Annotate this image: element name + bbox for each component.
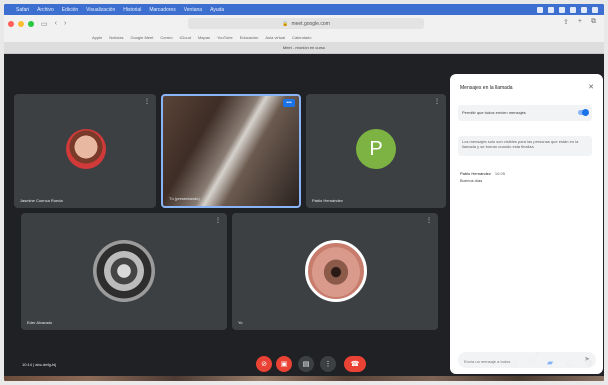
message-composer: ➤ [458, 352, 596, 368]
bookmark-item[interactable]: Aula virtual [265, 35, 285, 40]
url-text: meet.google.com [291, 20, 330, 27]
address-bar[interactable]: 🔒 meet.google.com [188, 18, 424, 29]
participant-name: Tú (presentando) [169, 196, 200, 201]
more-options-button[interactable]: ⋮ [320, 356, 336, 372]
participant-tile[interactable]: ⋮ Yo [232, 213, 438, 330]
close-icon[interactable]: ✕ [588, 83, 594, 91]
allow-messages-toggle[interactable] [578, 109, 589, 116]
participant-tile-active[interactable]: ••• Tú (presentando) [161, 94, 301, 208]
search-icon[interactable] [592, 6, 598, 13]
bookmark-item[interactable]: Mapas [198, 35, 210, 40]
menu-bar: Safari Archivo Edición Visualización His… [4, 4, 604, 15]
message-author: Pablo Hernández 10:05 [460, 171, 505, 176]
leave-call-button[interactable]: ☎ [344, 356, 366, 372]
meet-stage: ⋮ Jasmine Cuenca Rueda ••• Tú (presentan… [4, 54, 604, 381]
zoom-window-button[interactable] [28, 20, 34, 27]
share-icon[interactable]: ⇪ [563, 18, 569, 26]
more-options-icon[interactable]: ⋮ [426, 217, 432, 224]
microphone-off-button[interactable]: ⊘ [256, 356, 272, 372]
panel-title: Mensajes en la llamada [460, 85, 513, 91]
bookmark-item[interactable]: Google Meet [130, 35, 153, 40]
battery-icon[interactable] [581, 6, 587, 13]
avatar [66, 129, 106, 169]
status-icon[interactable] [559, 6, 565, 13]
bookmark-item[interactable]: Correo [160, 35, 172, 40]
more-options-icon[interactable]: ⋮ [434, 98, 440, 105]
chat-notice: Los mensajes solo son visibles para las … [458, 136, 592, 156]
tabs-overview-icon[interactable]: ⧉ [591, 18, 596, 26]
captions-button[interactable]: ▤ [298, 356, 314, 372]
participant-tile[interactable]: ⋮ Eder Alvarado [21, 213, 227, 330]
close-window-button[interactable] [8, 20, 14, 27]
bookmark-item[interactable]: YouTube [217, 35, 233, 40]
menu-item-file[interactable]: Archivo [37, 7, 54, 13]
more-options-icon[interactable]: ⋮ [144, 98, 150, 105]
screen: Safari Archivo Edición Visualización His… [4, 4, 604, 381]
bookmark-item[interactable]: Noticias [109, 35, 123, 40]
bookmark-item[interactable]: Educación [240, 35, 259, 40]
status-icon[interactable] [537, 6, 543, 13]
meeting-info-icon[interactable]: ⓘ [510, 358, 518, 369]
bookmark-item[interactable]: Apple [92, 35, 102, 40]
allow-messages-setting: Permitir que todos envíen mensajes [458, 105, 592, 121]
menu-item-window[interactable]: Ventana [184, 7, 202, 13]
new-tab-icon[interactable]: + [578, 18, 582, 26]
participant-tile[interactable]: ⋮ P Pablo Hernández [306, 94, 446, 208]
forward-icon[interactable]: › [64, 20, 66, 27]
speaking-indicator-icon: ••• [283, 99, 295, 107]
avatar [305, 240, 367, 302]
chat-panel: Mensajes en la llamada ✕ Permitir que to… [450, 74, 603, 374]
status-icons [537, 4, 598, 15]
wifi-icon[interactable] [570, 6, 576, 13]
host-controls-icon[interactable]: ▥ [585, 358, 593, 367]
back-icon[interactable]: ‹ [55, 20, 57, 27]
camera-off-button[interactable]: ▣ [276, 356, 292, 372]
menu-item-bookmarks[interactable]: Marcadores [149, 7, 175, 13]
author-name: Pablo Hernández [460, 171, 491, 176]
meeting-details: 10:14 | abc-defg-hij [22, 362, 57, 367]
captions-icon: ▤ [302, 361, 310, 368]
bookmark-item[interactable]: Calendario [292, 35, 311, 40]
participant-name: Jasmine Cuenca Rueda [20, 198, 63, 203]
tab-meet[interactable]: Meet - reunión en curso [283, 45, 325, 50]
sidebar-icon[interactable]: ▭ [41, 20, 48, 28]
bookmark-item[interactable]: iCloud [180, 35, 191, 40]
participant-count: 5 [536, 351, 539, 356]
avatar [93, 240, 155, 302]
menu-item-history[interactable]: Historial [123, 7, 141, 13]
minimize-window-button[interactable] [18, 20, 24, 27]
participant-name: Eder Alvarado [27, 320, 53, 325]
people-icon[interactable]: ⚇ [528, 358, 535, 367]
mic-off-icon: ⊘ [261, 361, 267, 368]
hang-up-icon: ☎ [350, 361, 360, 368]
menu-item-view[interactable]: Visualización [86, 7, 115, 13]
more-options-icon[interactable]: ⋮ [215, 217, 221, 224]
lock-icon: 🔒 [282, 20, 289, 27]
participant-tile[interactable]: ⋮ Jasmine Cuenca Rueda [14, 94, 156, 208]
message-text: Buenos días [460, 178, 483, 183]
bookmarks-bar: Apple Noticias Google Meet Correo iCloud… [4, 32, 604, 42]
message-input[interactable] [462, 355, 576, 367]
menu-item-safari[interactable]: Safari [16, 7, 29, 13]
activities-icon[interactable]: △ [566, 358, 572, 367]
participant-name: Yo [238, 320, 243, 325]
more-vert-icon: ⋮ [324, 361, 332, 368]
avatar: P [356, 129, 396, 169]
camera-off-icon: ▣ [280, 361, 288, 368]
menu-item-edit[interactable]: Edición [62, 7, 78, 13]
setting-label: Permitir que todos envíen mensajes [462, 110, 526, 115]
status-icon[interactable] [548, 6, 554, 13]
browser-toolbar: ▭ ‹ › 🔒 meet.google.com ⇪ + ⧉ [4, 15, 604, 32]
menu-item-help[interactable]: Ayuda [210, 7, 224, 13]
message-time: 10:05 [494, 171, 505, 176]
participant-name: Pablo Hernández [312, 198, 343, 203]
dock [4, 376, 604, 381]
tab-bar: Meet - reunión en curso [4, 42, 604, 54]
chat-icon[interactable]: ▰ [547, 358, 553, 367]
